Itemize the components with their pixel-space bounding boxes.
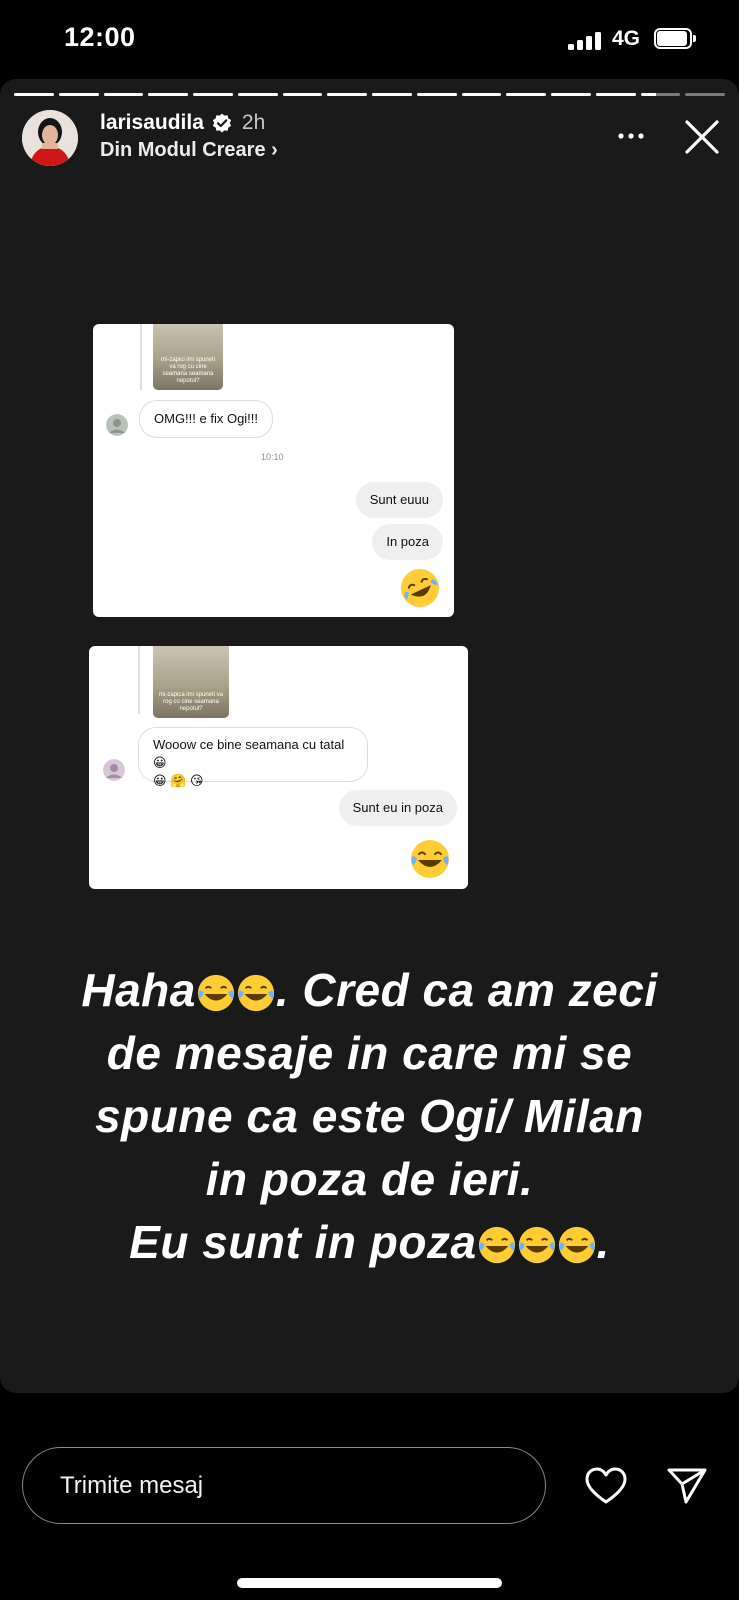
battery-icon xyxy=(654,28,696,49)
username[interactable]: larisaudila xyxy=(100,111,204,135)
story-progress-segment xyxy=(148,93,188,96)
tears-of-joy-emoji-icon xyxy=(411,840,449,878)
story-progress-segment xyxy=(461,93,502,96)
tears-of-joy-emoji-icon xyxy=(197,974,234,1012)
tears-of-joy-emoji-icon xyxy=(558,1226,595,1264)
avatar[interactable] xyxy=(22,110,78,166)
story-progress-segment xyxy=(237,93,278,96)
story-reply-thumbnail: mi-zapici imi spuneti va rog cu cine sea… xyxy=(153,324,223,390)
outgoing-message: Sunt euuu xyxy=(355,482,443,518)
outgoing-message: Sunt eu in poza xyxy=(338,790,457,826)
story-progress-segment xyxy=(14,93,54,96)
create-mode-link[interactable]: Din Modul Creare › xyxy=(100,139,278,162)
story-progress-segment xyxy=(103,93,144,96)
story-progress-segment xyxy=(327,93,367,96)
dm-screenshot: mi-zapici imi spuneti va rog cu cine sea… xyxy=(93,324,454,617)
story-progress-segment xyxy=(193,93,233,96)
message-timestamp: 10:10 xyxy=(261,452,284,462)
story-progress-bar xyxy=(14,93,725,96)
post-time: 2h xyxy=(241,111,266,134)
cellular-signal-icon xyxy=(568,32,602,50)
status-time: 12:00 xyxy=(64,22,136,52)
tears-of-joy-emoji-icon xyxy=(237,974,274,1012)
story-card[interactable]: larisaudila 2h Din Modul Creare › mi-zap… xyxy=(0,79,739,1393)
emoji-row: 😀 😀 🤗 😘 xyxy=(153,755,204,788)
close-icon[interactable] xyxy=(684,119,720,155)
story-progress-segment xyxy=(685,93,725,96)
story-caption: Haha. Cred ca am zeci de mesaje in care … xyxy=(81,964,658,1268)
story-progress-segment xyxy=(58,93,99,96)
dm-screenshot: mi-zapica imi spuneti va rog cu cine sea… xyxy=(89,646,468,889)
tears-of-joy-emoji-icon xyxy=(518,1226,555,1264)
story-progress-segment xyxy=(416,93,457,96)
story-progress-segment xyxy=(372,93,412,96)
network-type: 4G xyxy=(612,27,641,50)
tears-of-joy-emoji-icon xyxy=(478,1226,515,1264)
more-options-icon[interactable] xyxy=(616,126,646,146)
outgoing-message: In poza xyxy=(372,524,443,560)
incoming-message: Wooow ce bine seamana cu tatal 😀 😀 🤗 😘 xyxy=(138,727,368,788)
story-reply-thumbnail: mi-zapica imi spuneti va rog cu cine sea… xyxy=(153,646,229,718)
story-progress-segment xyxy=(551,93,591,96)
sender-avatar xyxy=(103,759,125,781)
send-icon[interactable] xyxy=(667,1467,707,1505)
verified-badge-icon xyxy=(212,113,231,133)
like-heart-icon[interactable] xyxy=(585,1467,627,1505)
story-progress-segment xyxy=(506,93,546,96)
send-message-input[interactable]: Trimite mesaj xyxy=(22,1447,546,1524)
incoming-message: OMG!!! e fix Ogi!!! xyxy=(139,400,274,438)
rofl-emoji-icon xyxy=(401,569,439,607)
sender-avatar xyxy=(106,414,128,436)
story-progress-segment xyxy=(595,93,636,96)
story-progress-segment xyxy=(282,93,323,96)
story-progress-segment xyxy=(640,93,681,96)
home-indicator[interactable] xyxy=(237,1578,502,1588)
message-placeholder: Trimite mesaj xyxy=(60,1472,204,1499)
